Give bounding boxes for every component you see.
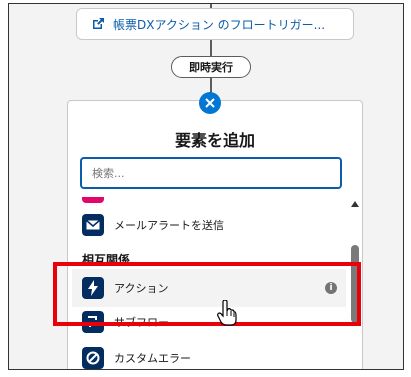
close-add-element-button[interactable] (199, 92, 221, 114)
envelope-icon (82, 214, 104, 236)
external-link-icon (93, 18, 104, 29)
highlight-box (53, 262, 361, 326)
list-item-label: カスタムエラー (114, 352, 191, 365)
error-icon (82, 347, 104, 369)
trigger-node[interactable]: 帳票DXアクション のフロートリガー... (76, 8, 354, 40)
trigger-label: 帳票DXアクション のフロートリガー... (113, 17, 326, 32)
search-input[interactable] (80, 157, 342, 189)
immediate-run-pill[interactable]: 即時実行 (171, 56, 251, 78)
add-element-panel: 要素を追加 メールアラートを送信 相互関係 アクション i (67, 100, 363, 369)
list-item-label: メールアラートを送信 (114, 219, 224, 232)
partial-item-icon (82, 197, 104, 203)
list-item-custom-error[interactable]: カスタムエラー (82, 345, 191, 369)
connector-label: 即時実行 (189, 61, 233, 74)
scroll-up-icon[interactable] (351, 201, 359, 207)
hand-cursor-icon (217, 300, 237, 326)
panel-title: 要素を追加 (174, 131, 255, 150)
list-item-email-alert[interactable]: メールアラートを送信 (82, 212, 224, 238)
close-icon (205, 98, 215, 108)
